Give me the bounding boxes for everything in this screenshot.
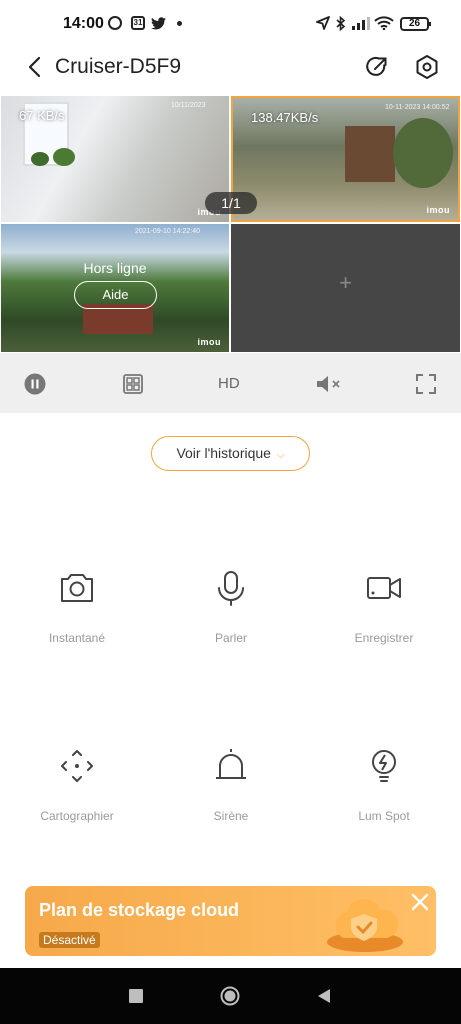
spotlight-label: Lum Spot [358, 809, 410, 823]
camera-tile-1[interactable]: 67 KB/s 10/11/2023 imou [1, 96, 229, 222]
cloud-shield-icon [327, 898, 403, 952]
mute-icon [317, 376, 340, 392]
chevron-left-icon [28, 56, 41, 78]
signal-icon [352, 16, 370, 30]
battery-icon: 26 [400, 17, 431, 31]
timestamp-label: 10-11-2023 14:00:52 [385, 104, 450, 111]
tree-scene [393, 118, 453, 188]
banner-close-button[interactable] [410, 892, 430, 912]
home-button[interactable] [220, 986, 240, 1006]
video-icon [367, 577, 401, 599]
recents-button[interactable] [126, 986, 146, 1006]
view-history-label: Voir l'historique [176, 445, 271, 461]
timestamp-label: 2021-09-10 14:22:40 [135, 228, 200, 235]
settings-button[interactable] [412, 52, 442, 82]
map-label: Cartographier [40, 809, 114, 823]
bitrate-label: 138.47KB/s [251, 110, 319, 125]
settings-hexagon-icon [416, 55, 438, 79]
location-icon [316, 16, 330, 30]
record-label: Enregistrer [354, 631, 414, 645]
plant-scene [53, 148, 75, 166]
snapshot-button[interactable]: Instantané [17, 568, 137, 645]
pause-button[interactable] [24, 373, 46, 395]
status-badge: Désactivé [39, 932, 100, 948]
talk-button[interactable]: Parler [171, 568, 291, 645]
wifi-icon [374, 16, 394, 30]
quality-toggle[interactable]: HD [218, 375, 240, 392]
camera-grid: 67 KB/s 10/11/2023 imou 138.47KB/s 10-11… [0, 95, 461, 353]
map-button[interactable]: Cartographier [17, 746, 137, 823]
snapshot-label: Instantané [48, 631, 106, 645]
camera-tile-2[interactable]: 138.47KB/s 10-11-2023 14:00:52 imou [231, 96, 460, 222]
grid-icon [123, 374, 143, 394]
timestamp-label: 10/11/2023 [171, 102, 206, 109]
map-arrows-icon [61, 750, 93, 782]
spotlight-button[interactable]: Lum Spot [324, 746, 444, 823]
cloud-storage-banner[interactable]: Plan de stockage cloud Désactivé [25, 886, 436, 956]
status-bar: 14:00 31 26 [0, 0, 461, 40]
spotlight-icon [372, 750, 396, 782]
share-button[interactable] [362, 52, 392, 82]
help-button[interactable]: Aide [74, 281, 157, 309]
back-button[interactable] [24, 54, 48, 80]
clock-badge-icon [108, 16, 122, 30]
playback-controls: HD [0, 353, 461, 413]
banner-title: Plan de stockage cloud [39, 900, 240, 920]
add-camera-tile[interactable]: + [231, 224, 460, 352]
status-time: 14:00 [63, 15, 104, 32]
offline-status: Hors ligne [83, 260, 147, 276]
back-nav-button[interactable] [314, 986, 334, 1006]
app-header: Cruiser-D5F9 [0, 40, 461, 95]
camera-tile-3[interactable]: 2021-09-10 14:22:40 Hors ligne Aide imou [1, 224, 229, 352]
brand-watermark: imou [197, 337, 221, 347]
camera-icon [61, 574, 93, 602]
pause-icon [24, 373, 46, 395]
siren-icon [216, 749, 246, 779]
back-triangle-icon [318, 989, 330, 1003]
bluetooth-icon [336, 15, 346, 31]
fullscreen-button[interactable] [415, 373, 437, 395]
close-icon [411, 893, 429, 911]
page-title: Cruiser-D5F9 [55, 55, 182, 78]
view-history-button[interactable]: Voir l'historique ⌵ [151, 436, 310, 471]
dot-icon [177, 16, 182, 30]
talk-label: Parler [214, 631, 247, 645]
siren-label: Sirène [213, 809, 249, 823]
home-circle-icon [220, 986, 240, 1006]
shed-scene [345, 126, 395, 182]
share-icon [366, 56, 387, 76]
twitter-icon [151, 16, 166, 30]
grid-layout-button[interactable] [122, 373, 144, 395]
record-button[interactable]: Enregistrer [324, 568, 444, 645]
fullscreen-icon [416, 374, 436, 394]
mute-button[interactable] [315, 373, 343, 395]
square-icon [129, 989, 143, 1003]
feature-panel: Voir l'historique ⌵ Instantané Parler Enr… [0, 413, 461, 968]
microphone-icon [218, 571, 244, 606]
page-indicator: 1/1 [205, 192, 257, 214]
plant-scene [31, 152, 49, 166]
double-chevron-down-icon: ⌵ [276, 450, 285, 461]
system-nav-bar [0, 968, 461, 1024]
siren-button[interactable]: Sirène [171, 746, 291, 823]
calendar-icon: 31 [131, 16, 145, 30]
brand-watermark: imou [426, 205, 450, 215]
plus-icon: + [339, 270, 352, 295]
bitrate-label: 67 KB/s [19, 108, 65, 123]
